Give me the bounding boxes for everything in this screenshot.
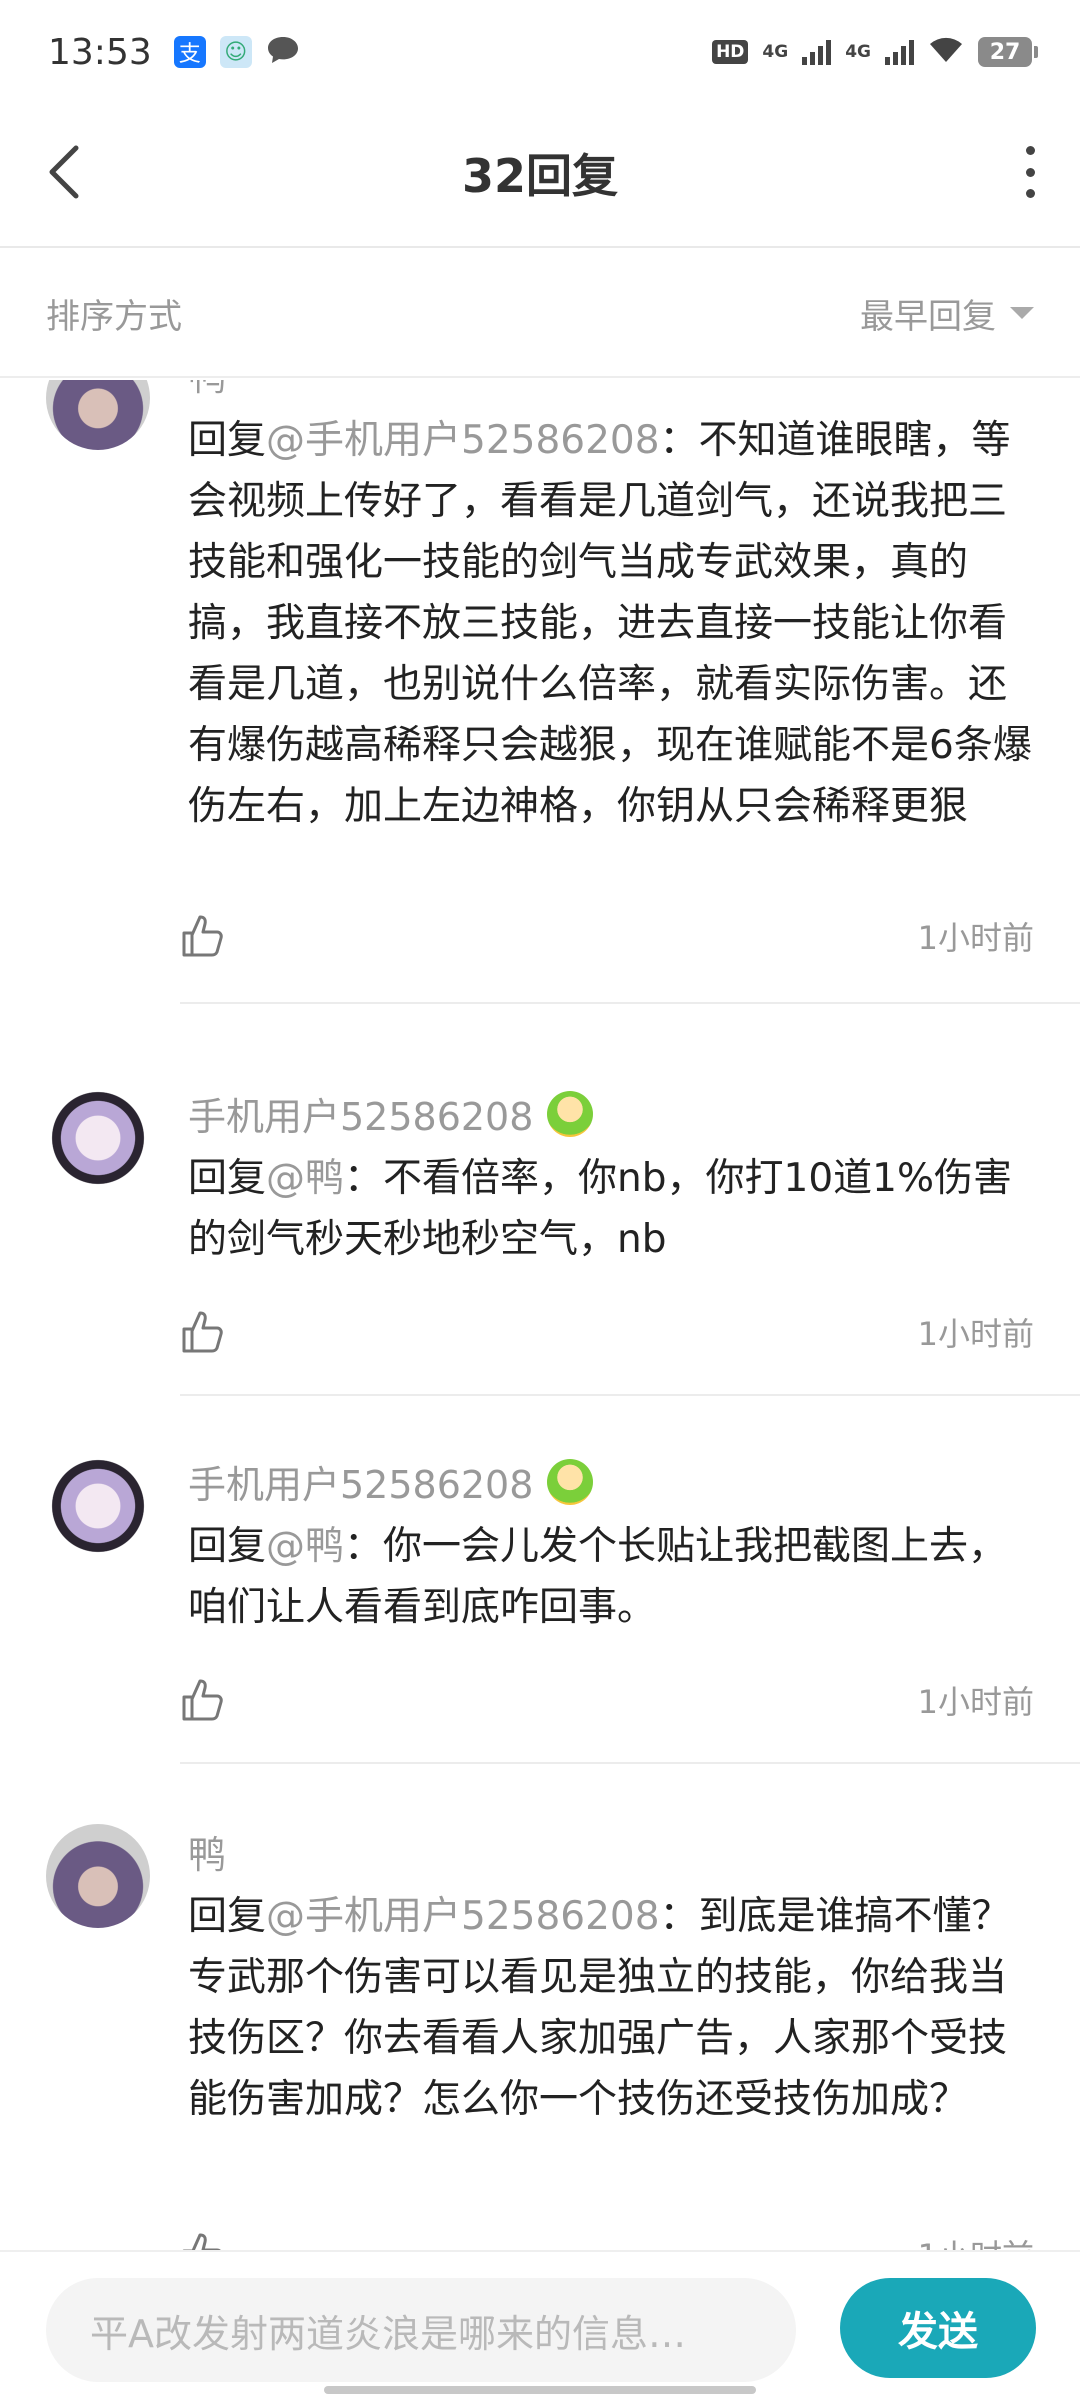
reply-time: 1小时前 bbox=[917, 1315, 1034, 1353]
divider bbox=[180, 1762, 1080, 1764]
reply-content[interactable]: 回复@鸭：不看倍率，你nb，你打10道1%伤害的剑气秒天秒地秒空气，nb bbox=[188, 1148, 1038, 1270]
thumbs-up-icon bbox=[182, 1311, 223, 1353]
reply-prefix: 回复 bbox=[188, 418, 267, 463]
user-name[interactable]: 手机用户52586208 bbox=[188, 1454, 533, 1509]
thumbs-up-icon bbox=[182, 915, 223, 957]
user-name[interactable]: 手机用户52586208 bbox=[188, 1086, 533, 1141]
network-4g-label: 4G bbox=[762, 42, 789, 62]
mention-link[interactable]: @鸭 bbox=[266, 1156, 344, 1201]
hd-label: HD bbox=[712, 40, 749, 64]
like-button[interactable] bbox=[180, 913, 226, 959]
level-badge-icon bbox=[547, 1090, 594, 1137]
signal-icon-2 bbox=[885, 39, 914, 65]
status-time: 13:53 bbox=[48, 31, 152, 73]
caret-down-icon bbox=[1010, 307, 1034, 319]
reply-input-placeholder: 平A改发射两道炎浪是哪来的信息… bbox=[90, 2311, 686, 2356]
alipay-icon: 支 bbox=[173, 36, 206, 68]
more-button[interactable] bbox=[1020, 146, 1040, 198]
network-4g-label-2: 4G bbox=[845, 42, 871, 62]
thumbs-up-icon bbox=[182, 2233, 221, 2250]
avatar[interactable] bbox=[46, 1824, 150, 1928]
avatar[interactable] bbox=[46, 1086, 150, 1190]
reply-text: ：不知道谁眼瞎，等会视频上传好了，看看是几道剑气，还说我把三技能和强化一技能的剑… bbox=[188, 418, 1032, 829]
user-name[interactable]: 鸭 bbox=[188, 380, 226, 401]
status-indicators: HD 4G 4G 27 bbox=[712, 36, 1038, 68]
like-button[interactable] bbox=[180, 2231, 226, 2250]
reply-prefix: 回复 bbox=[188, 1894, 267, 1939]
battery-icon: 27 bbox=[978, 37, 1038, 67]
divider bbox=[180, 1394, 1080, 1396]
reply-content[interactable]: 回复@手机用户52586208：到底是谁搞不懂？专武那个伤害可以看见是独立的技能… bbox=[188, 1886, 1038, 2130]
reply-time: 1小时前 bbox=[918, 2231, 1034, 2250]
avatar[interactable] bbox=[46, 380, 150, 450]
like-button[interactable] bbox=[180, 1309, 226, 1355]
reply-time: 1小时前 bbox=[917, 919, 1034, 957]
reply-content[interactable]: 回复@鸭：你一会儿发个长贴让我把截图上去，咱们让人看看到底咋回事。 bbox=[188, 1516, 1038, 1638]
reply-input[interactable]: 平A改发射两道炎浪是哪来的信息… bbox=[46, 2278, 796, 2382]
wifi-icon bbox=[928, 36, 964, 68]
reply-input-bar: 平A改发射两道炎浪是哪来的信息… 发送 bbox=[0, 2250, 1080, 2400]
mention-link[interactable]: @鸭 bbox=[266, 1524, 344, 1569]
like-button[interactable] bbox=[180, 1677, 226, 1723]
level-badge-icon bbox=[547, 1458, 594, 1505]
mention-link[interactable]: @手机用户52586208 bbox=[266, 1894, 660, 1939]
message-icon bbox=[266, 35, 300, 69]
mention-link[interactable]: @手机用户52586208 bbox=[266, 418, 660, 463]
page-title: 32回复 bbox=[461, 149, 618, 203]
reply-prefix: 回复 bbox=[188, 1524, 267, 1569]
status-bar: 13:53 支 ☺ HD 4G 4G 27 bbox=[0, 0, 1080, 104]
send-button[interactable]: 发送 bbox=[840, 2278, 1036, 2378]
reply-list[interactable]: 鸭 回复@手机用户52586208：不知道谁眼瞎，等会视频上传好了，看看是几道剑… bbox=[0, 380, 1080, 2250]
divider bbox=[180, 1002, 1080, 1004]
sort-value: 最早回复 bbox=[860, 296, 996, 337]
signal-icon bbox=[802, 39, 832, 65]
sort-dropdown[interactable]: 最早回复 bbox=[860, 289, 1034, 338]
user-name[interactable]: 鸭 bbox=[188, 1824, 226, 1879]
avatar[interactable] bbox=[46, 1454, 150, 1558]
thumbs-up-icon bbox=[182, 1679, 223, 1721]
reply-content[interactable]: 回复@手机用户52586208：不知道谁眼瞎，等会视频上传好了，看看是几道剑气，… bbox=[188, 410, 1038, 837]
baby-app-icon: ☺ bbox=[219, 36, 252, 68]
sort-bar: 排序方式 最早回复 bbox=[0, 250, 1080, 378]
nav-bar: 32回复 bbox=[0, 104, 1080, 248]
sort-label: 排序方式 bbox=[46, 296, 182, 337]
more-vertical-icon bbox=[1025, 146, 1035, 155]
reply-prefix: 回复 bbox=[188, 1156, 267, 1201]
reply-time: 1小时前 bbox=[917, 1683, 1034, 1721]
home-indicator[interactable] bbox=[324, 2386, 756, 2394]
battery-level: 27 bbox=[989, 39, 1021, 65]
